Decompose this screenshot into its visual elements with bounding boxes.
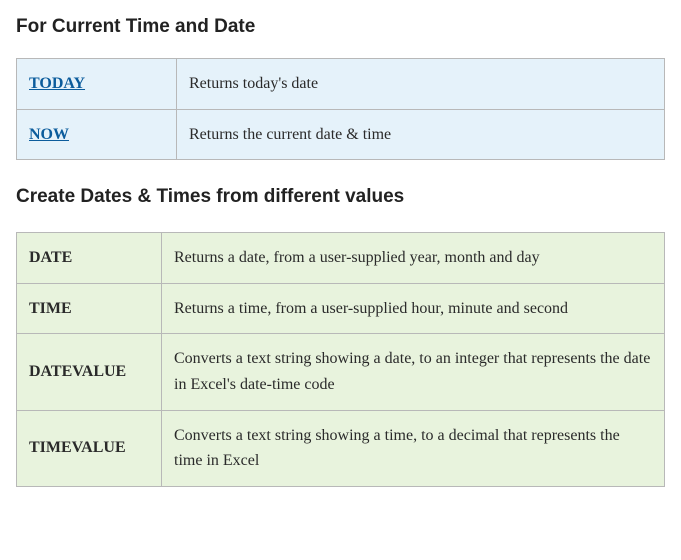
function-desc-cell: Converts a text string showing a date, t…: [162, 334, 665, 410]
function-name-cell: DATE: [17, 233, 162, 284]
function-name-cell: TIMEVALUE: [17, 410, 162, 486]
function-name-cell: NOW: [17, 109, 177, 160]
function-desc-cell: Returns the current date & time: [177, 109, 665, 160]
function-name-cell: TODAY: [17, 59, 177, 110]
function-desc-cell: Returns a time, from a user-supplied hou…: [162, 283, 665, 334]
table-row: TODAY Returns today's date: [17, 59, 665, 110]
table-row: TIME Returns a time, from a user-supplie…: [17, 283, 665, 334]
table-create-dates-times: DATE Returns a date, from a user-supplie…: [16, 232, 665, 487]
table-row: NOW Returns the current date & time: [17, 109, 665, 160]
table-row: TIMEVALUE Converts a text string showing…: [17, 410, 665, 486]
function-desc-cell: Converts a text string showing a time, t…: [162, 410, 665, 486]
section-heading-create: Create Dates & Times from different valu…: [16, 186, 665, 208]
table-row: DATE Returns a date, from a user-supplie…: [17, 233, 665, 284]
function-link-now[interactable]: NOW: [29, 126, 69, 143]
table-row: DATEVALUE Converts a text string showing…: [17, 334, 665, 410]
section-heading-current: For Current Time and Date: [16, 16, 665, 38]
function-desc-cell: Returns a date, from a user-supplied yea…: [162, 233, 665, 284]
function-link-today[interactable]: TODAY: [29, 75, 85, 92]
function-desc-cell: Returns today's date: [177, 59, 665, 110]
table-current-time-date: TODAY Returns today's date NOW Returns t…: [16, 58, 665, 160]
function-name-cell: DATEVALUE: [17, 334, 162, 410]
function-name-cell: TIME: [17, 283, 162, 334]
